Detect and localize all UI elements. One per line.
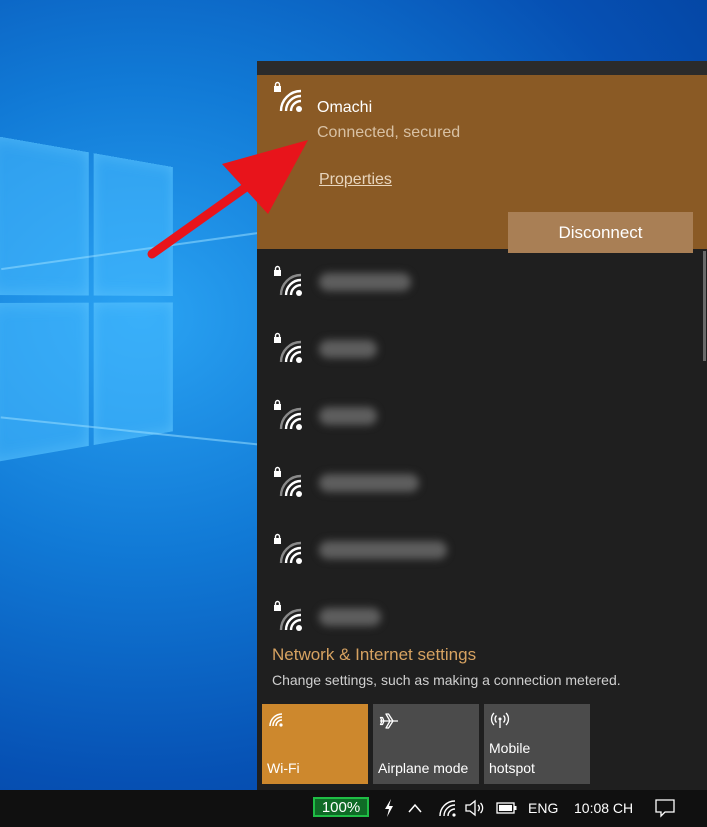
network-list-item[interactable] <box>257 251 701 317</box>
blurred-network-name <box>319 541 447 559</box>
blurred-network-name <box>319 608 381 626</box>
network-flyout: Omachi Connected, secured Properties Dis… <box>257 61 707 790</box>
network-name: Omachi <box>317 99 373 116</box>
connected-network-item[interactable]: Omachi Connected, secured Properties Dis… <box>257 75 707 253</box>
wifi-secured-icon <box>274 332 302 363</box>
disconnect-button[interactable]: Disconnect <box>508 212 693 253</box>
network-settings-link[interactable]: Network & Internet settings <box>272 645 476 665</box>
airplane-icon <box>379 713 398 729</box>
wifi-secured-icon <box>274 81 302 112</box>
tile-label: Wi-Fi <box>267 760 300 776</box>
chevron-up-icon[interactable] <box>407 802 423 814</box>
blurred-network-name <box>319 273 411 291</box>
network-list-item[interactable] <box>257 385 701 451</box>
taskbar: 100% ENG 10:08 CH <box>0 790 707 827</box>
wifi-secured-icon <box>274 265 302 296</box>
properties-link[interactable]: Properties <box>319 171 392 189</box>
network-list-item[interactable] <box>257 452 701 518</box>
wifi-secured-icon <box>274 533 302 564</box>
airplane-mode-tile[interactable]: Airplane mode <box>373 704 479 784</box>
tile-label-text: Mobile hotspot <box>489 740 535 776</box>
wifi-secured-icon <box>274 600 302 631</box>
blurred-network-name <box>319 474 419 492</box>
wifi-secured-icon <box>274 399 302 430</box>
network-list-item[interactable] <box>257 519 701 585</box>
red-annotation-arrow <box>147 140 308 259</box>
network-list-item[interactable] <box>257 586 701 652</box>
flyout-top-strip <box>257 61 707 75</box>
wifi-toggle-tile[interactable]: Wi-Fi <box>262 704 368 784</box>
volume-icon[interactable] <box>464 798 486 818</box>
battery-tray-icon[interactable] <box>496 801 518 815</box>
action-center-icon[interactable] <box>654 798 676 818</box>
wifi-secured-icon <box>274 466 302 497</box>
charging-bolt-icon <box>385 799 393 817</box>
hotspot-icon <box>490 712 510 728</box>
wifi-icon <box>269 713 283 727</box>
blurred-network-name <box>319 407 377 425</box>
clock[interactable]: 10:08 CH <box>574 800 633 816</box>
network-list-item[interactable] <box>257 318 701 384</box>
wifi-tray-icon[interactable] <box>437 798 457 818</box>
mobile-hotspot-tile[interactable]: Mobile hotspot <box>484 704 590 784</box>
network-status: Connected, secured <box>317 124 461 141</box>
tile-label: Airplane mode <box>378 760 469 776</box>
blurred-network-name <box>319 340 377 358</box>
network-settings-description: Change settings, such as making a connec… <box>272 672 621 688</box>
tile-label: Mobile hotspot <box>489 738 551 778</box>
scrollbar[interactable] <box>703 251 706 361</box>
battery-indicator[interactable]: 100% <box>313 797 369 817</box>
language-indicator[interactable]: ENG <box>528 800 558 816</box>
